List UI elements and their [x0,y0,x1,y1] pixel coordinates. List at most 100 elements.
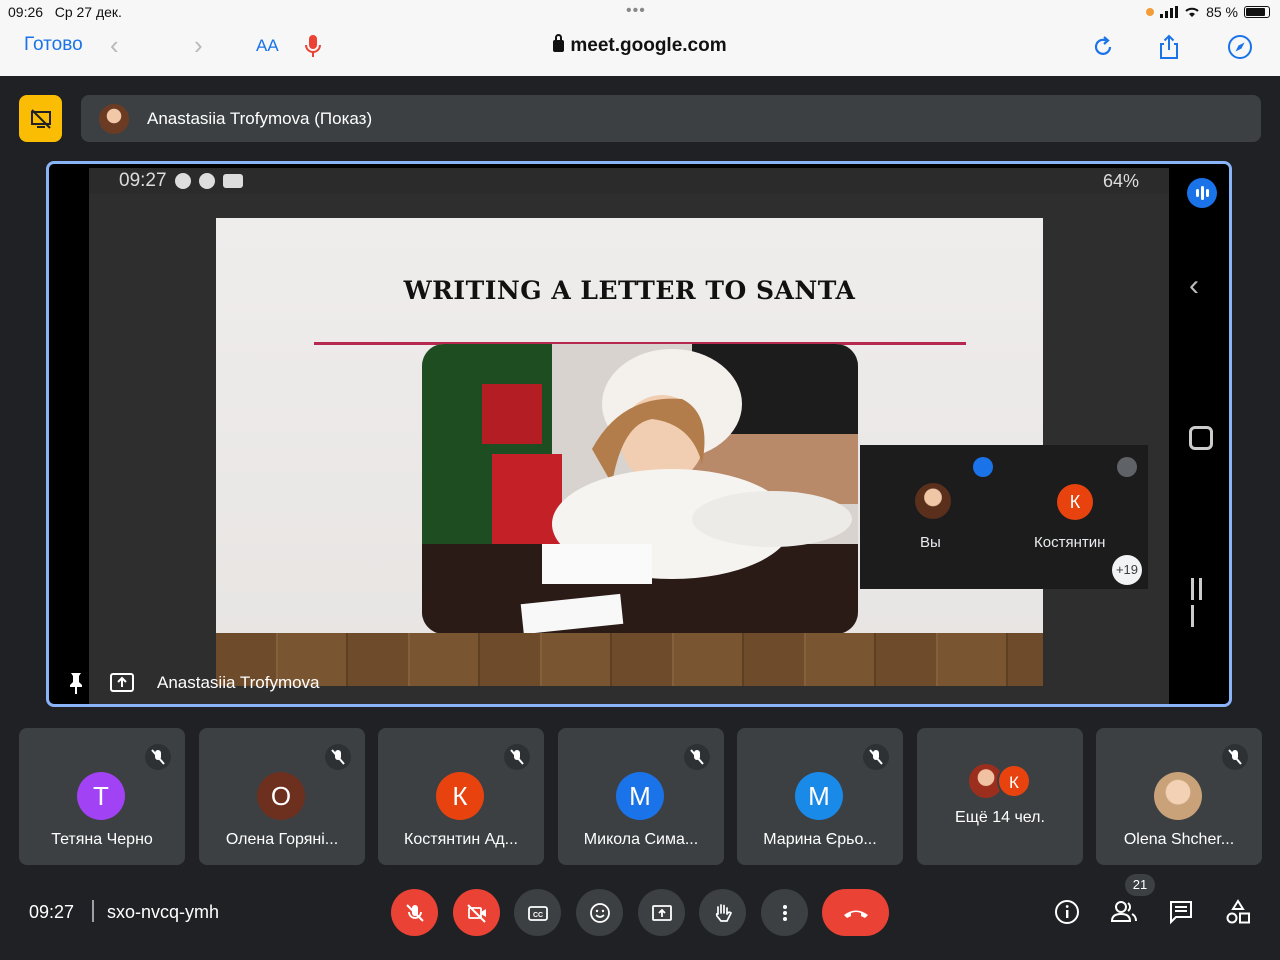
reactions-button[interactable] [576,889,623,936]
telegram-icon [198,173,215,189]
pip-other-name: Костянтин [1034,534,1106,551]
url-text: meet.google.com [570,35,727,56]
wifi-icon [1185,7,1199,17]
participant-count-badge: 21 [1125,874,1155,896]
slide-floor [216,633,1043,686]
mic-off-icon [325,744,351,770]
presentation-stage[interactable]: 09:27 64% WRITING A LETTER TO SANTA ‹ К … [46,161,1232,707]
svg-text:CC: CC [532,912,542,919]
more-vert-icon [782,904,787,921]
avatar: Т [77,772,125,820]
youtube-icon [222,174,243,188]
participant-name: Микола Сима... [583,831,699,848]
participant-tile[interactable]: О Олена Горяні... [199,728,365,865]
videocam-off-icon [466,903,486,923]
phone-battery: 64% [1102,170,1139,191]
stop-presenting-button[interactable] [19,95,62,142]
cellular-signal-icon [1160,6,1179,18]
more-participants-tile[interactable]: К Ещё 14 чел. [917,728,1083,865]
ios-time: 09:26 [8,4,44,20]
presenter-label: Anastasiia Trofymova (Показ) [147,108,373,128]
captions-button[interactable]: CC [514,889,561,936]
present-screen-icon [110,673,134,692]
chevron-left-icon: ‹ [1189,269,1199,302]
battery-icon [1244,6,1270,18]
ios-date: Ср 27 дек. [54,4,122,20]
divider [92,900,94,922]
participant-name: Тетяна Черно [51,831,153,848]
avatar: К [436,772,484,820]
multitasking-dots-icon[interactable]: ••• [626,2,646,20]
avatar: К [997,764,1031,798]
raise-hand-button[interactable] [699,889,746,936]
participant-tile[interactable]: Т Тетяна Черно [19,728,185,865]
mic-off-icon [405,903,424,922]
share-icon[interactable] [1156,34,1182,60]
raise-hand-icon [715,903,732,922]
present-off-icon [30,108,51,129]
battery-percent: 85 % [1206,4,1238,20]
people-button[interactable] [1109,897,1139,927]
present-button[interactable] [638,889,685,936]
speaking-dot-icon [973,457,993,477]
participant-tile[interactable]: К Костянтин Ад... [378,728,544,865]
chat-icon [1170,901,1192,925]
participant-name: Марина Єрьо... [763,831,877,848]
camera-toggle-button[interactable] [453,889,500,936]
mic-toggle-button[interactable] [391,889,438,936]
call-end-icon [843,910,868,918]
mic-off-icon [863,744,889,770]
reload-icon[interactable] [1090,34,1116,60]
shared-phone-status-bar: 09:27 64% [89,168,1169,194]
avatar: О [257,772,305,820]
mic-off-icon [684,744,710,770]
meeting-info-button[interactable] [1052,897,1082,927]
recents-icon [1191,578,1213,627]
mic-off-icon [504,744,530,770]
address-bar[interactable]: meet.google.com [0,34,1280,57]
avatar [915,483,951,519]
telegram-icon [174,173,191,189]
slide-photo [422,344,858,634]
stage-footer: Anastasiia Trofymova [63,670,320,696]
closed-caption-icon: CC [527,905,548,921]
slide-title: WRITING A LETTER TO SANTA [403,276,856,305]
safari-toolbar: 09:26 Ср 27 дек. ••• 85 % Готово ‹ › АА … [0,0,1280,76]
participant-name: Olena Shcher... [1123,831,1235,848]
present-icon [651,904,672,921]
meeting-code: sxo-nvcq-ymh [107,902,220,922]
avatar [99,103,129,134]
shared-meet-pip: К Вы Костянтин +19 [860,445,1148,589]
participant-tile[interactable]: М Марина Єрьо... [737,728,903,865]
participant-name: Костянтин Ад... [404,831,518,848]
ios-status-right: 85 % [1146,4,1270,20]
more-count-badge: +19 [1112,555,1142,585]
emoji-icon [589,902,610,923]
participant-tile[interactable]: Olena Shcher... [1096,728,1262,865]
participant-name: Олена Горяні... [225,831,339,848]
meeting-clock: 09:27 [29,902,75,922]
activities-button[interactable] [1223,897,1253,927]
avatar: М [795,772,843,820]
participant-tile[interactable]: М Микола Сима... [558,728,724,865]
mic-off-icon [1117,457,1137,477]
chat-button[interactable] [1166,897,1196,927]
compass-icon[interactable] [1227,34,1253,60]
avatar: М [616,772,664,820]
mic-in-use-indicator-icon [1146,8,1155,16]
pin-icon[interactable] [63,670,89,696]
end-call-button[interactable] [822,889,889,936]
pip-self-label: Вы [920,534,941,551]
ios-status-left: 09:26 Ср 27 дек. [8,4,122,20]
more-options-button[interactable] [761,889,808,936]
presentation-banner: Anastasiia Trofymova (Показ) [81,95,1261,142]
avatar [1154,772,1202,820]
speaking-indicator-icon [1187,178,1217,208]
home-square-icon [1189,426,1213,450]
avatar: К [1057,484,1093,520]
people-icon [1110,901,1137,922]
info-icon [1055,900,1079,924]
phone-time: 09:27 [119,170,167,191]
lock-icon [553,34,565,52]
more-participants-label: Ещё 14 чел. [955,809,1045,826]
